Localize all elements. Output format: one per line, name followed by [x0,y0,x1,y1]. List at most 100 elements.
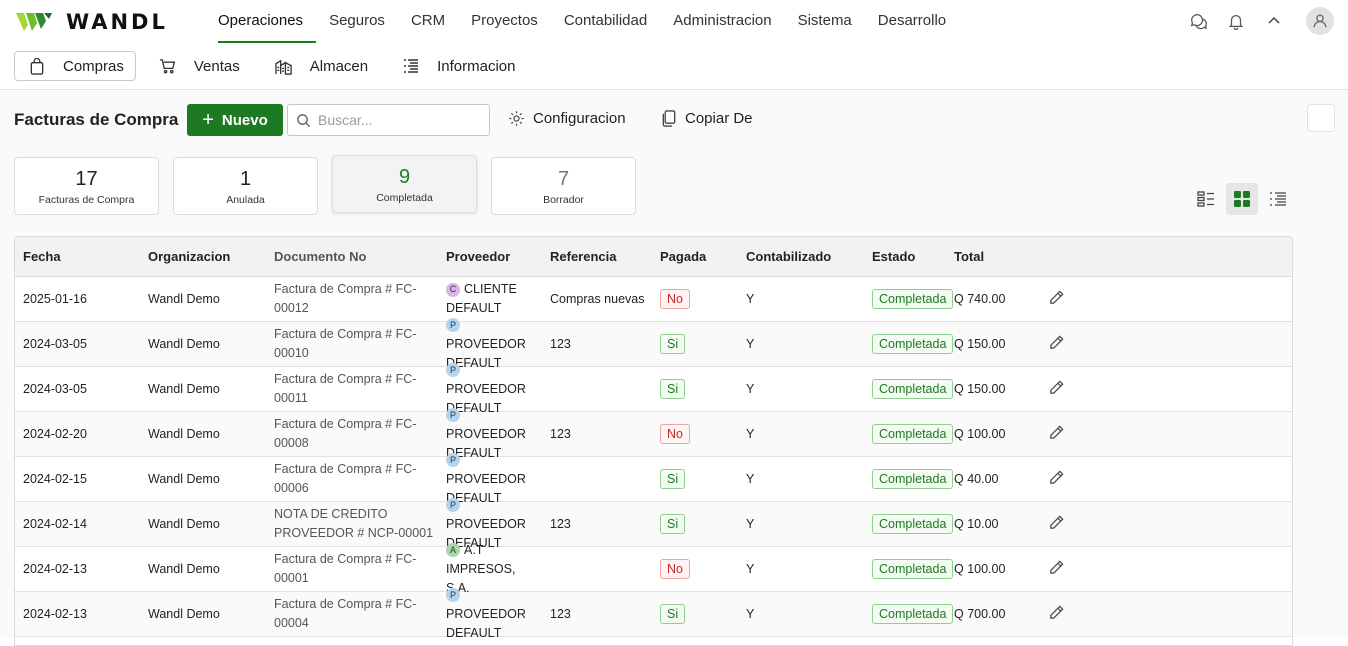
subtab-informacion[interactable]: Informacion [388,51,527,81]
copy-from-button[interactable]: Copiar De [661,110,753,127]
edit-pencil-icon[interactable] [1048,515,1065,534]
brand-logo[interactable]: WANDL [16,10,168,34]
cell-referencia: 123 [550,337,571,351]
panel-toggle-button[interactable] [1307,104,1335,132]
column-header-pagada[interactable]: Pagada [652,249,738,264]
subtab-ventas[interactable]: Ventas [144,51,252,81]
search-box[interactable] [287,104,490,136]
view-list-button[interactable] [1262,183,1294,215]
subtab-almacen[interactable]: Almacen [260,51,380,81]
cell-fecha: 2024-02-13 [23,562,87,576]
menu-item-desarrollo[interactable]: Desarrollo [865,0,959,44]
bell-icon[interactable] [1224,9,1248,33]
provider-initial-icon: C [446,282,460,297]
table-row[interactable]: 2024-03-05 Wandl Demo Factura de Compra # … [15,318,1292,370]
table-row[interactable]: 2024-03-05 Wandl Demo Factura de Compra # … [15,363,1292,415]
provider-initial-icon: P [446,408,460,422]
stat-card-borrador[interactable]: 7 Borrador [491,157,636,215]
sub-navigation: Compras Ventas Almacen Informacion [14,51,527,81]
cell-estado: Completada [866,559,954,579]
status-badge: Completada [872,379,954,399]
chat-icon[interactable] [1186,9,1210,33]
cell-pagada: Si [652,469,738,489]
table-row[interactable]: 2024-02-20 Wandl Demo Factura de Compra # … [15,408,1292,460]
new-button[interactable]: + Nuevo [187,104,283,136]
cell-documento[interactable]: Factura de Compra # FC-00004 [266,595,438,633]
status-badge: Completada [872,424,954,444]
cell-organizacion: Wandl Demo [148,517,220,531]
stat-card-anulada[interactable]: 1 Anulada [173,157,318,215]
paid-badge: Si [660,514,686,534]
table-row[interactable]: 2024-02-13 Wandl Demo Factura de Compra # … [15,588,1292,640]
stat-label: Facturas de Compra [38,194,135,206]
configuration-label: Configuracion [533,110,626,127]
cell-pagada: Si [652,334,738,354]
edit-pencil-icon[interactable] [1048,605,1065,624]
edit-pencil-icon[interactable] [1048,425,1065,444]
edit-pencil-icon[interactable] [1048,380,1065,399]
stat-label: Anulada [226,194,265,206]
cell-total: Q 40.00 [954,472,999,486]
cell-documento[interactable]: Factura de Compra # FC-00011 [266,370,438,408]
edit-pencil-icon[interactable] [1048,560,1065,579]
subtab-compras[interactable]: Compras [14,51,136,81]
stat-card-completada[interactable]: 9 Completada [332,155,477,213]
list-icon [403,58,428,74]
stat-count: 7 [557,168,570,190]
cell-pagada: No [652,559,738,579]
column-header-contabilizado[interactable]: Contabilizado [738,249,866,264]
menu-item-operaciones[interactable]: Operaciones [205,0,317,44]
configuration-button[interactable]: Configuracion [508,110,626,127]
table-row[interactable]: 2024-02-14 Wandl Demo NOTA DE CREDITO PROV… [15,498,1292,550]
cart-icon [159,58,185,74]
cell-referencia: 123 [550,427,571,441]
cell-estado: Completada [866,604,954,624]
menu-item-sistema[interactable]: Sistema [785,0,865,44]
cell-documento[interactable]: Factura de Compra # FC-00008 [266,415,438,453]
menu-item-administracion[interactable]: Administracion [660,0,784,44]
column-header-estado[interactable]: Estado [866,249,952,264]
cell-organizacion: Wandl Demo [148,292,220,306]
edit-pencil-icon[interactable] [1048,335,1065,354]
column-header-proveedor[interactable]: Proveedor [438,247,542,266]
table-row[interactable]: 2025-01-16 Wandl Demo Factura de Compra # … [15,277,1292,322]
menu-item-seguros[interactable]: Seguros [316,0,398,44]
menu-item-proyectos[interactable]: Proyectos [458,0,551,44]
cell-total: Q 700.00 [954,607,1006,621]
cell-documento[interactable]: Factura de Compra # FC-00010 [266,325,438,363]
cell-documento[interactable]: Factura de Compra # FC-00001 [266,550,438,588]
subtab-label: Informacion [437,57,516,75]
cell-fecha: 2024-02-20 [23,427,87,441]
cell-documento[interactable]: NOTA DE CREDITO PROVEEDOR # NCP-00001 [266,505,438,543]
column-header-referencia[interactable]: Referencia [542,249,652,264]
paid-badge: Si [660,604,686,624]
cell-documento[interactable]: Factura de Compra # FC-00006 [266,460,438,498]
menu-item-contabilidad[interactable]: Contabilidad [551,0,660,44]
column-header-total[interactable]: Total [952,249,1040,264]
cell-documento[interactable]: Factura de Compra # FC-00012 [266,280,438,318]
page-title: Facturas de Compra [14,110,179,129]
provider-name: PROVEEDOR DEFAULT [446,606,526,640]
column-header-organizacion[interactable]: Organizacion [140,249,266,264]
table-row[interactable]: 2024-02-13 Wandl Demo Factura de Compra # … [15,543,1292,595]
column-header-documento-no[interactable]: Documento No [266,247,438,266]
user-avatar-icon[interactable] [1306,7,1334,35]
stat-count: 17 [75,168,98,190]
stat-card-facturas-de-compra[interactable]: 17 Facturas de Compra [14,157,159,215]
gear-icon [509,111,524,126]
view-grid-button[interactable] [1226,183,1258,215]
edit-pencil-icon[interactable] [1048,470,1065,489]
edit-pencil-icon[interactable] [1048,290,1065,309]
search-icon [297,113,311,127]
cell-organizacion: Wandl Demo [148,472,220,486]
table-row[interactable]: 2024-02-15 Wandl Demo Factura de Compra # … [15,453,1292,505]
menu-item-crm[interactable]: CRM [398,0,458,44]
search-input[interactable] [318,112,478,128]
subtab-label: Ventas [193,57,240,75]
column-header-fecha[interactable]: Fecha [15,249,140,264]
chevron-up-icon[interactable] [1262,9,1286,33]
cell-contabilizado: Y [746,472,755,486]
view-compact-button[interactable] [1190,183,1222,215]
status-badge: Completada [872,289,954,309]
cell-fecha: 2025-01-16 [23,292,87,306]
